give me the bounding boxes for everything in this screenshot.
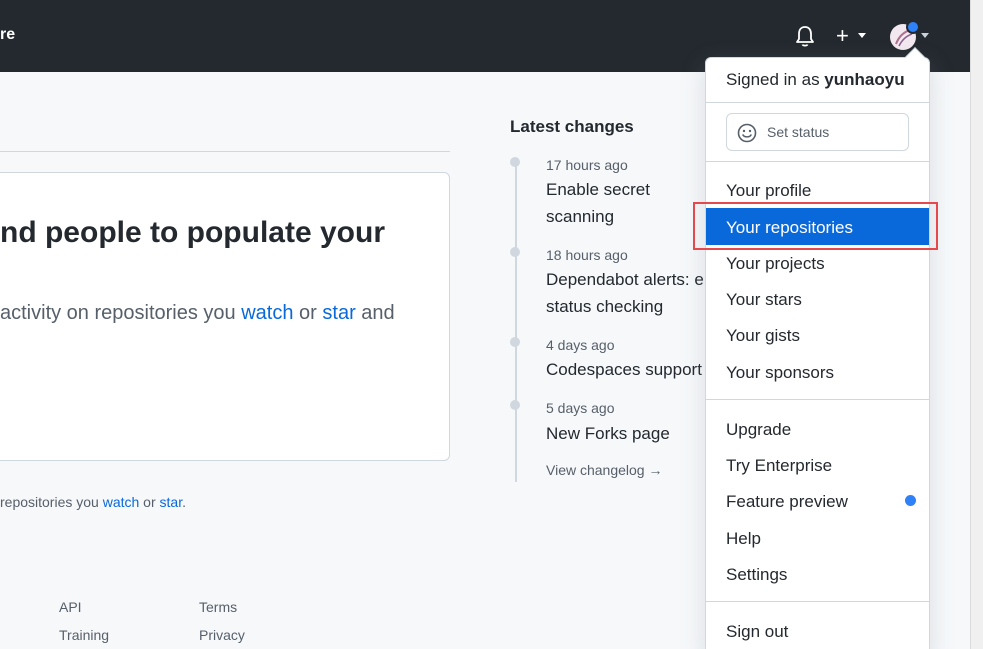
create-new-icon[interactable]: + [836, 25, 849, 47]
menu-item-help[interactable]: Help [726, 529, 761, 549]
footer-link-api[interactable]: API [59, 599, 82, 615]
divider [0, 151, 450, 152]
annotation-highlight-box [693, 202, 938, 250]
menu-item-upgrade[interactable]: Upgrade [726, 420, 791, 440]
text: repositories you [0, 494, 103, 510]
change-title[interactable]: Codespaces support [546, 356, 706, 383]
text: . [182, 494, 186, 510]
footer-link-privacy[interactable]: Privacy [199, 627, 245, 643]
set-status-button[interactable]: Set status [726, 113, 909, 151]
username: yunhaoyu [824, 70, 905, 89]
change-time: 18 hours ago [546, 247, 628, 263]
menu-item-settings[interactable]: Settings [726, 565, 787, 585]
footer-link-terms[interactable]: Terms [199, 599, 237, 615]
status-dot-icon [906, 20, 920, 34]
feed-card-text: activity on repositories you watch or st… [0, 302, 395, 325]
view-changelog-link[interactable]: View changelog → [546, 462, 662, 478]
text: Signed in as [726, 70, 825, 89]
text: or [139, 494, 160, 510]
latest-changes-title: Latest changes [510, 117, 634, 136]
new-feature-dot-icon [905, 495, 916, 506]
change-time: 5 days ago [546, 400, 615, 416]
menu-item-your-projects[interactable]: Your projects [726, 254, 825, 274]
menu-item-your-profile[interactable]: Your profile [726, 181, 811, 201]
timeline-dot [510, 247, 520, 257]
timeline-line [515, 162, 517, 482]
menu-item-feature-preview[interactable]: Feature preview [726, 492, 848, 512]
menu-item-sign-out[interactable]: Sign out [726, 622, 788, 642]
change-time: 4 days ago [546, 337, 615, 353]
watch-link[interactable]: watch [103, 494, 140, 510]
watch-link[interactable]: watch [241, 302, 293, 324]
menu-item-your-gists[interactable]: Your gists [726, 326, 800, 346]
change-title[interactable]: New Forks page view [546, 420, 706, 447]
smiley-icon [737, 123, 757, 143]
header-title[interactable]: re [0, 26, 15, 44]
set-status-label: Set status [767, 124, 830, 140]
scrollbar[interactable] [970, 0, 983, 649]
chevron-down-icon[interactable] [858, 33, 866, 38]
footer-link-training[interactable]: Training [59, 627, 109, 643]
timeline-dot [510, 400, 520, 410]
text: or [293, 302, 323, 324]
star-link[interactable]: star [322, 302, 355, 324]
text: and [355, 302, 395, 324]
feed-card-title: nd people to populate your [0, 216, 385, 249]
timeline-dot [510, 157, 520, 167]
timeline-dot [510, 337, 520, 347]
menu-item-your-stars[interactable]: Your stars [726, 290, 802, 310]
change-time: 17 hours ago [546, 157, 628, 173]
chevron-down-icon[interactable] [921, 33, 929, 38]
divider [706, 102, 929, 103]
menu-item-try-enterprise[interactable]: Try Enterprise [726, 456, 832, 476]
change-title[interactable]: Dependabot alerts: e status checking [546, 266, 706, 320]
divider [706, 601, 929, 602]
star-link[interactable]: star [160, 494, 183, 510]
text: activity on repositories you [0, 302, 242, 324]
notifications-icon[interactable] [794, 24, 816, 48]
change-title[interactable]: Enable secret scanning repositories [546, 176, 706, 230]
divider [706, 399, 929, 400]
menu-item-your-sponsors[interactable]: Your sponsors [726, 363, 834, 383]
divider [706, 161, 929, 162]
feed-subtext: repositories you watch or star. [0, 494, 186, 510]
signed-in-label: Signed in as yunhaoyu [726, 70, 905, 90]
